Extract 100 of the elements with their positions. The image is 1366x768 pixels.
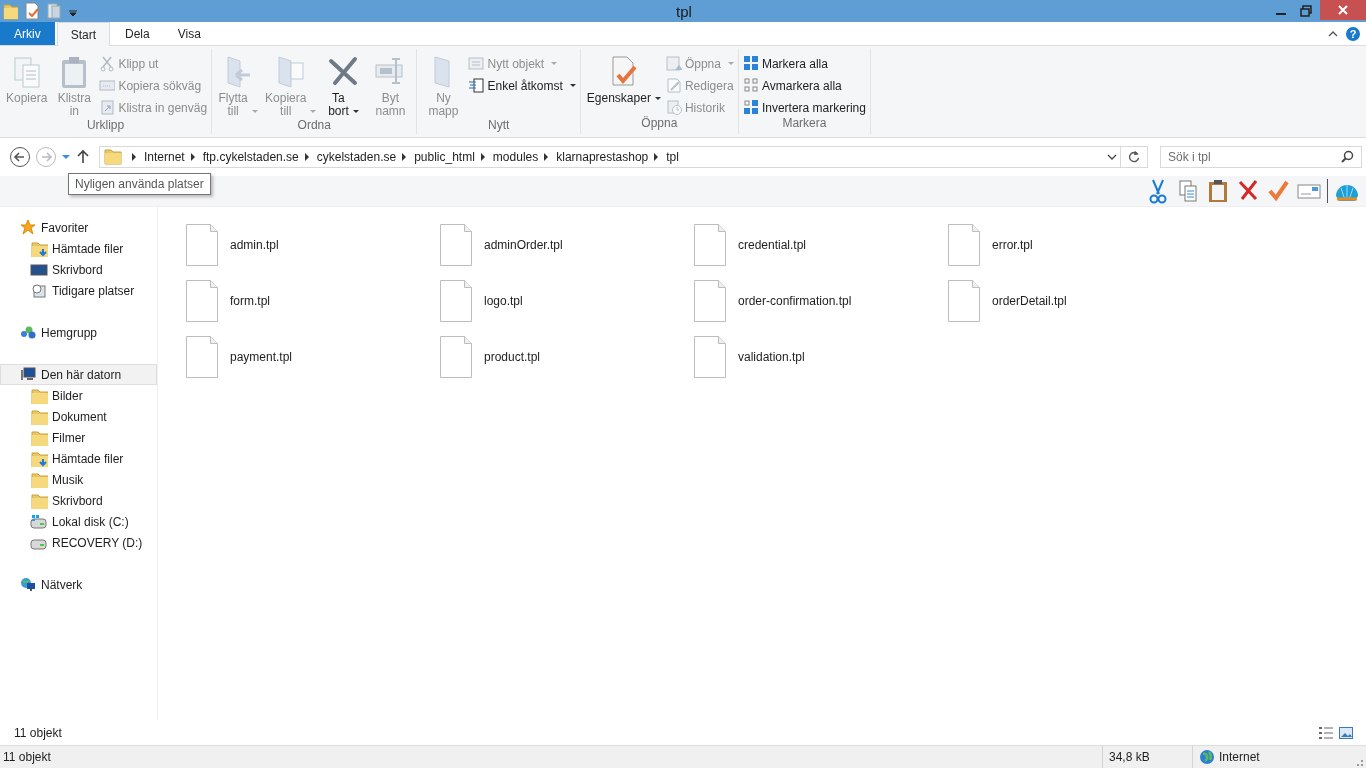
chevron-icon[interactable]	[402, 153, 407, 161]
group-label: Markera	[781, 116, 828, 132]
window-title: tpl	[675, 2, 693, 20]
nav-item[interactable]: Bilder	[0, 385, 157, 406]
nav-item[interactable]: Dokument	[0, 406, 157, 427]
invert-grid-icon	[742, 99, 759, 116]
nav-item[interactable]: RECOVERY (D:)	[0, 532, 157, 553]
nav-item[interactable]: Tidigare platser	[0, 280, 157, 301]
clock-page-icon	[665, 99, 682, 116]
breadcrumb-item[interactable]: klarnaprestashop	[556, 150, 649, 164]
folder-arrow-icon	[30, 450, 48, 467]
empty-grid-icon	[742, 77, 759, 94]
ribbon-button[interactable]: Egenskaper	[584, 52, 663, 116]
checkmark-icon[interactable]	[1267, 178, 1291, 204]
chevron-icon[interactable]	[190, 153, 195, 161]
folder-icon	[30, 429, 48, 446]
file-name[interactable]: adminOrder.tpl	[484, 238, 563, 252]
close-button[interactable]	[1320, 0, 1366, 20]
nav-item[interactable]: Den här datorn	[0, 364, 157, 385]
chevron-icon[interactable]	[304, 153, 309, 161]
file-name[interactable]: order-confirmation.tpl	[738, 294, 852, 308]
folders-icon[interactable]	[46, 2, 62, 20]
chevron-icon[interactable]	[654, 153, 659, 161]
ribbon-button[interactable]: Enkel åtkomst	[468, 77, 576, 94]
group-label: Urklipp	[85, 118, 126, 134]
folder-icon[interactable]	[2, 2, 18, 20]
nav-item[interactable]: Musik	[0, 469, 157, 490]
folder-icon	[30, 492, 48, 509]
chevron-icon[interactable]	[132, 153, 136, 161]
details-view-icon[interactable]	[1318, 724, 1334, 741]
back-icon[interactable]	[9, 146, 31, 168]
file-name[interactable]: payment.tpl	[230, 350, 293, 364]
nav-item[interactable]: Lokal disk (C:)	[0, 511, 157, 532]
new-item-icon	[468, 55, 485, 72]
file-name[interactable]: credential.tpl	[738, 238, 807, 252]
breadcrumb-item[interactable]: cykelstaden.se	[316, 150, 397, 164]
zone-label: Internet	[1219, 750, 1260, 764]
search-field[interactable]: Sök i tpl	[1160, 146, 1362, 168]
ribbon-tab[interactable]: Start	[56, 22, 110, 46]
large-icons-view-icon[interactable]	[1338, 724, 1354, 741]
network-icon	[20, 576, 37, 593]
ribbon-tab[interactable]: Dela	[112, 22, 163, 45]
folder-icon	[30, 408, 48, 425]
ribbon-button[interactable]: Avmarkera alla	[742, 77, 866, 94]
help-button[interactable]: ?	[1346, 26, 1360, 41]
nav-item[interactable]: Hämtade filer	[0, 448, 157, 469]
file-name[interactable]: form.tpl	[230, 294, 270, 308]
ribbon-button[interactable]: Markera alla	[742, 55, 866, 72]
ribbon-button[interactable]: Invertera markering	[742, 99, 866, 116]
group-label: Nytt	[487, 118, 511, 134]
star-icon	[20, 219, 37, 236]
breadcrumb-item[interactable]: tpl	[666, 150, 679, 164]
computer-icon	[20, 366, 37, 383]
open-icon	[665, 55, 682, 72]
file-name[interactable]: logo.tpl	[484, 294, 523, 308]
pencil-page-icon	[665, 77, 682, 94]
folder-icon	[103, 147, 123, 167]
file-name[interactable]: product.tpl	[484, 350, 541, 364]
ribbon-button[interactable]: Ta bort	[321, 52, 366, 118]
path-box-icon	[99, 77, 116, 94]
nav-item[interactable]: Skrivbord	[0, 259, 157, 280]
folder-icon	[30, 471, 48, 488]
tooltip: Nyligen använda platser	[68, 173, 211, 195]
scissors-icon	[99, 55, 116, 72]
nav-item[interactable]: Skrivbord	[0, 490, 157, 511]
ribbon-tab[interactable]: Visa	[164, 22, 214, 45]
nav-item[interactable]: Hämtade filer	[0, 238, 157, 259]
grid-icon	[742, 55, 759, 72]
page-check-icon[interactable]	[24, 2, 40, 20]
clock-folder-icon	[30, 282, 48, 299]
folder-icon	[30, 387, 48, 404]
breadcrumb-item[interactable]: public_html	[414, 150, 475, 164]
shortcut-icon	[99, 99, 116, 116]
ribbon-tab[interactable]: Arkiv	[0, 22, 55, 45]
refresh-icon[interactable]	[1121, 146, 1148, 168]
status-text: 11 objekt	[3, 750, 51, 764]
item-count: 11 objekt	[14, 725, 62, 740]
chevron-icon[interactable]	[544, 153, 549, 161]
breadcrumb-item[interactable]: modules	[492, 150, 539, 164]
close-icon	[1337, 4, 1349, 16]
breadcrumb-item[interactable]: ftp.cykelstaden.se	[202, 150, 299, 164]
group-label: Öppna	[640, 116, 679, 132]
monitor-icon	[30, 261, 48, 278]
breadcrumb-item[interactable]: Internet	[144, 150, 185, 164]
drive-icon	[30, 513, 48, 530]
list-page-icon	[468, 77, 485, 94]
globe-icon	[1199, 749, 1215, 765]
address-bar[interactable]: Internet ftp.cykelstaden.se cykelstaden.se public_html modules klarnaprestashop tpl	[99, 146, 1121, 168]
folder-arrow-icon	[30, 240, 48, 257]
nav-item[interactable]: Hemgrupp	[0, 322, 157, 343]
file-name[interactable]: validation.tpl	[738, 350, 805, 364]
chevron-icon[interactable]	[480, 153, 485, 161]
homegroup-icon	[20, 324, 37, 341]
nav-item[interactable]: Filmer	[0, 427, 157, 448]
group-label: Ordna	[296, 118, 332, 134]
file-name[interactable]: error.tpl	[992, 238, 1033, 252]
nav-item[interactable]: Nätverk	[0, 574, 157, 595]
nav-item[interactable]: Favoriter	[0, 217, 157, 238]
file-name[interactable]: admin.tpl	[230, 238, 279, 252]
file-name[interactable]: orderDetail.tpl	[992, 294, 1067, 308]
